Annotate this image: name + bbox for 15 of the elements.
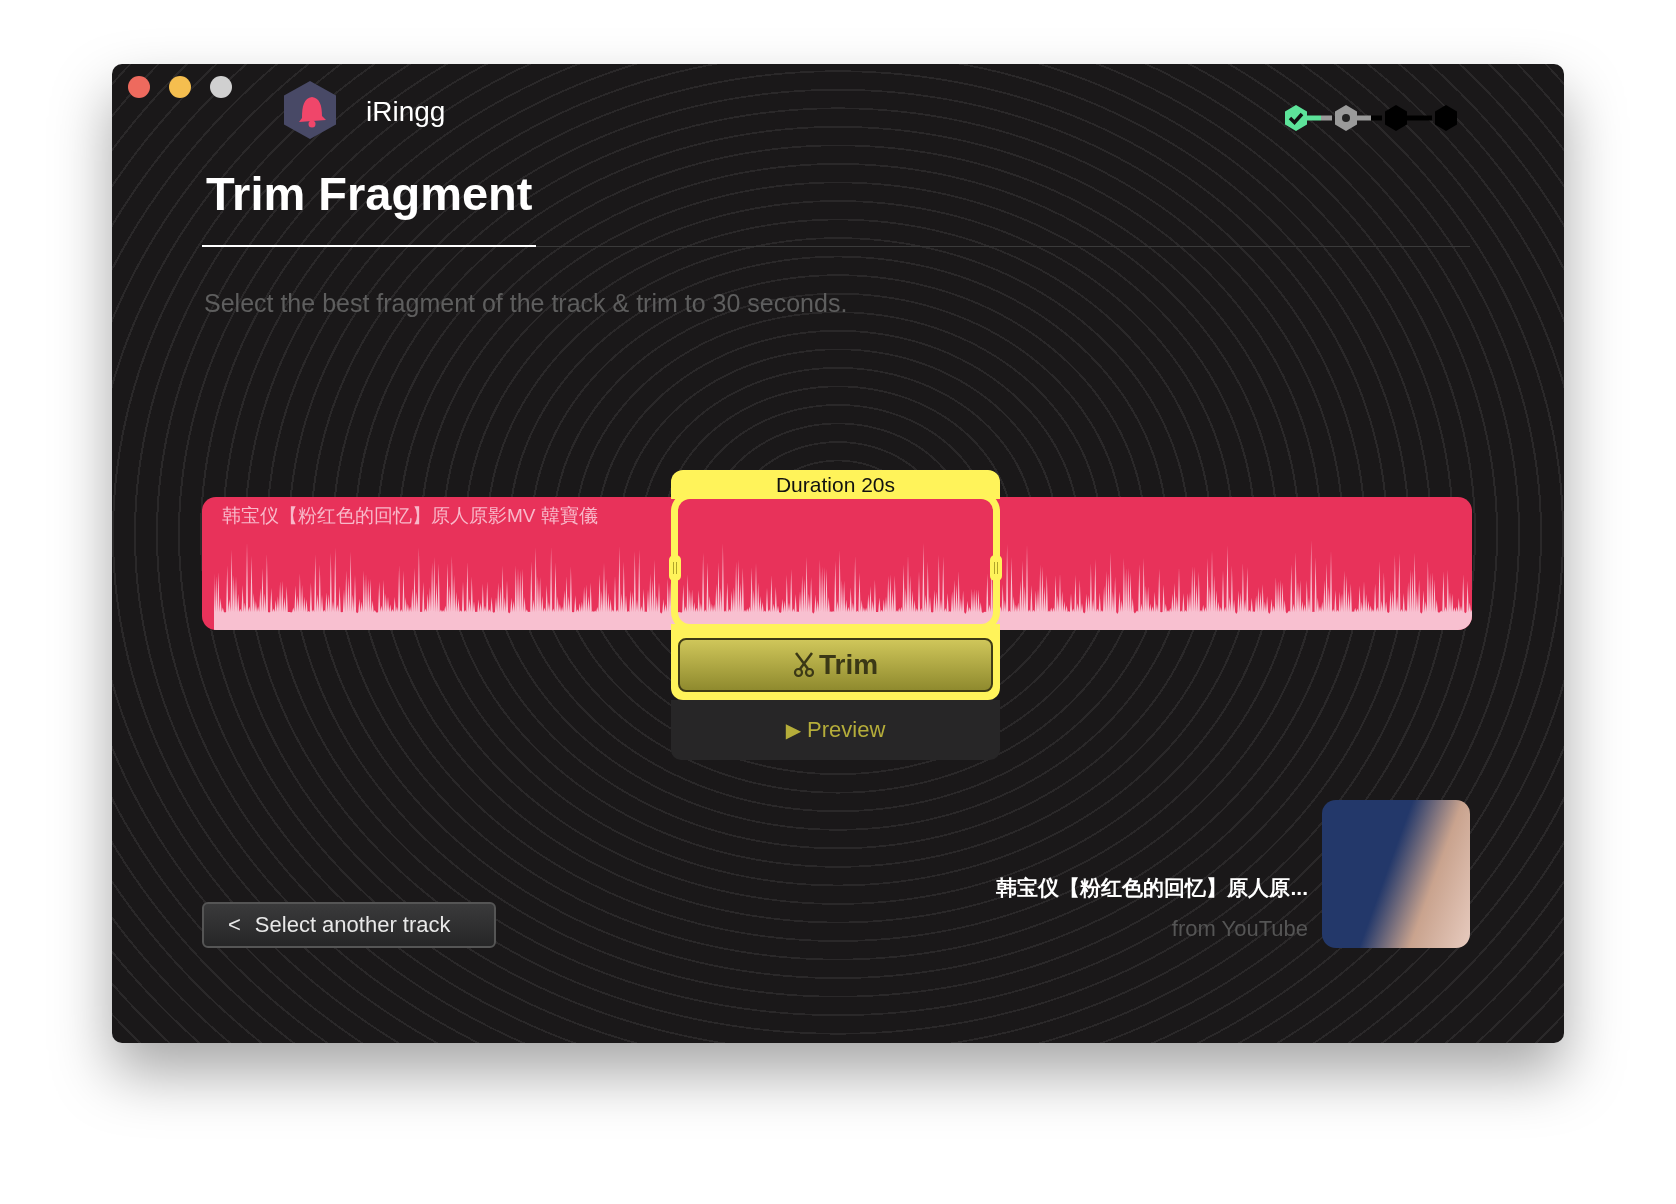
minimize-window-button[interactable] [169,76,191,98]
preview-button[interactable]: ▶ Preview [671,700,1000,760]
song-title: 韩宝仪【粉红色的回忆】原人原... [996,875,1308,901]
zoom-window-button[interactable] [210,76,232,98]
trim-button[interactable]: Trim [678,638,993,692]
instruction-text: Select the best fragment of the track & trim to 30 seconds. [203,289,849,318]
back-button[interactable]: < Select another track [202,902,496,948]
selection-frame[interactable]: Duration 20s Trim [671,470,1000,700]
page-title: Trim Fragment [202,162,537,247]
bell-logo-icon [282,80,338,140]
source-label: from YouTube [1171,916,1308,942]
app-name: iRingg [366,96,446,128]
close-window-button[interactable] [128,76,150,98]
track-title: 韩宝仪【粉红色的回忆】原人原影MV 韓寶儀 [222,504,598,528]
scissors-icon [792,652,815,678]
